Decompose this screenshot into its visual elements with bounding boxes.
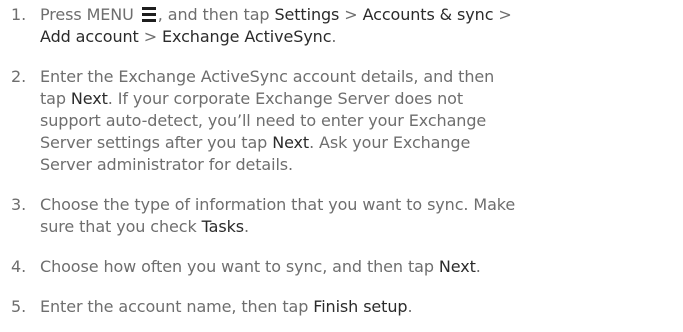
step-line: Enter the Exchange ActiveSync account de… [40, 66, 680, 88]
step-line: Choose the type of information that you … [40, 194, 680, 216]
step-text: Press MENU , and then tap Settings > Acc… [40, 4, 680, 48]
step-text: Choose the type of information that you … [40, 194, 680, 238]
text-run: Server settings after you tap [40, 133, 273, 152]
text-run: support auto-detect, you’ll need to ente… [40, 111, 487, 130]
instruction-steps: 1. Press MENU , and then tap Settings > … [0, 0, 683, 332]
text-run: Server administrator for details. [40, 155, 294, 174]
text-run: . Ask your Exchange [309, 133, 471, 152]
step-number: 4. [11, 257, 27, 276]
text-run: , and then tap [157, 5, 275, 24]
step-line: tap Next. If your corporate Exchange Ser… [40, 88, 680, 110]
text-run: Enter the Exchange ActiveSync account de… [40, 67, 495, 86]
step-number: 2. [11, 67, 27, 86]
add-account-label: Add account [40, 27, 139, 46]
text-run: sure that you check [40, 217, 202, 236]
text-run: . [475, 257, 481, 276]
next-label: Next [272, 133, 310, 152]
step-line: Choose how often you want to sync, and t… [40, 256, 680, 278]
text-run: > [138, 27, 162, 46]
step-number: 3. [11, 195, 27, 214]
text-run: Choose how often you want to sync, and t… [40, 257, 439, 276]
text-run: . [407, 297, 413, 316]
step-line: Press MENU , and then tap Settings > Acc… [40, 4, 680, 26]
menu-icon [141, 6, 156, 22]
step-line: Server administrator for details. [40, 154, 680, 176]
step-text: Enter the account name, then tap Finish … [40, 296, 680, 318]
exchange-activesync-label: Exchange ActiveSync [162, 27, 332, 46]
accounts-sync-label: Accounts & sync [362, 5, 494, 24]
step-line: support auto-detect, you’ll need to ente… [40, 110, 680, 132]
text-run: tap [40, 89, 71, 108]
step-text: Enter the Exchange ActiveSync account de… [40, 66, 680, 176]
text-run: > [493, 5, 512, 24]
text-run: . [244, 217, 250, 236]
text-run: Press MENU [40, 5, 139, 24]
next-label: Next [70, 89, 108, 108]
step-line: sure that you check Tasks. [40, 216, 680, 238]
text-run: . If your corporate Exchange Server does… [107, 89, 463, 108]
step-text: Choose how often you want to sync, and t… [40, 256, 680, 278]
text-run: . [331, 27, 337, 46]
step-line: Enter the account name, then tap Finish … [40, 296, 680, 318]
text-run: > [339, 5, 363, 24]
finish-setup-label: Finish setup [313, 297, 408, 316]
step-number: 5. [11, 297, 27, 316]
tasks-label: Tasks [201, 217, 245, 236]
next-label: Next [438, 257, 476, 276]
text-run: Choose the type of information that you … [40, 195, 516, 214]
text-run: Enter the account name, then tap [40, 297, 314, 316]
step-line: Server settings after you tap Next. Ask … [40, 132, 680, 154]
step-line: Add account > Exchange ActiveSync. [40, 26, 680, 48]
step-number: 1. [11, 5, 27, 24]
settings-label: Settings [274, 5, 340, 24]
